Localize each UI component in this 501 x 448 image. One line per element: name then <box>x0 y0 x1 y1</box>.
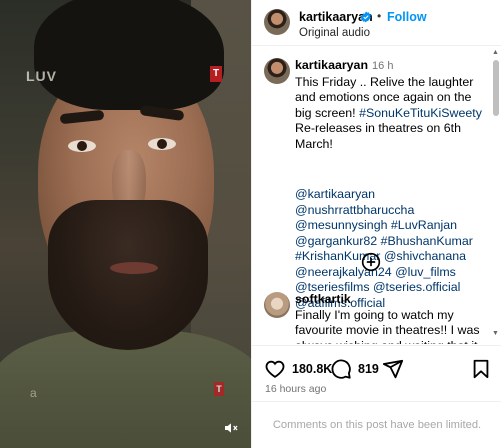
comment-text: Finally I'm going to watch my favourite … <box>295 307 480 345</box>
caption: kartikaaryan 16 h This Friday .. Relive t… <box>295 58 491 152</box>
scroll-up-arrow-icon[interactable]: ▲ <box>492 49 499 56</box>
caption-avatar[interactable] <box>264 58 290 84</box>
add-circle-icon[interactable] <box>361 252 381 272</box>
comment-count: 819 <box>358 362 379 376</box>
aa-watermark: a <box>30 386 37 400</box>
post-actions: 180.8K 819 16 hours ago <box>252 345 501 401</box>
post-content: kartikaaryan 16 h This Friday .. Relive t… <box>252 47 501 344</box>
save-button[interactable] <box>470 358 492 380</box>
luv-watermark: LUV <box>26 68 57 84</box>
posted-time[interactable]: 16 hours ago <box>265 383 326 395</box>
like-count: 180.8K <box>292 362 333 376</box>
video-mouth <box>110 262 158 274</box>
comment-username[interactable]: softkartik <box>295 292 351 306</box>
like-button[interactable]: 180.8K <box>264 358 332 380</box>
comments-limited-notice: Comments on this post have been limited. <box>252 401 501 448</box>
video-eye-left <box>68 140 96 152</box>
tseries-watermark: T <box>210 66 222 82</box>
video-eye-right <box>148 138 176 150</box>
bookmark-icon <box>473 359 489 379</box>
verified-icon <box>361 11 371 23</box>
share-icon <box>382 359 404 379</box>
heart-icon <box>265 360 285 378</box>
separator-dot: • <box>377 9 382 23</box>
caption-username[interactable]: kartikaaryan <box>295 58 368 72</box>
caption-time: 16 h <box>372 60 394 72</box>
scrollbar-thumb[interactable] <box>493 60 499 116</box>
video-player[interactable]: LUV T T a <box>0 0 251 448</box>
post-panel: kartikaaryan • Follow Original audio kar… <box>251 0 501 448</box>
share-button[interactable] <box>382 358 404 380</box>
comment-avatar[interactable] <box>264 292 290 318</box>
post-header: kartikaaryan • Follow Original audio <box>252 0 501 46</box>
author-avatar[interactable] <box>264 9 290 35</box>
tseries-watermark-bottom: T <box>214 382 224 396</box>
follow-button[interactable]: Follow <box>387 10 427 24</box>
mute-icon[interactable] <box>222 420 240 436</box>
comment: softkartik Finally I'm going to watch my… <box>295 292 491 344</box>
scroll-down-arrow-icon[interactable]: ▼ <box>492 330 499 337</box>
caption-text-2: Re-releases in theatres on 6th March! <box>295 121 461 151</box>
video-beard <box>48 200 208 350</box>
comment-button[interactable]: 819 <box>330 358 379 380</box>
comment-icon <box>331 359 351 379</box>
original-audio-link[interactable]: Original audio <box>299 27 370 39</box>
caption-hashtag[interactable]: #SonuKeTituKiSweety <box>359 106 482 120</box>
video-hair <box>34 0 224 110</box>
